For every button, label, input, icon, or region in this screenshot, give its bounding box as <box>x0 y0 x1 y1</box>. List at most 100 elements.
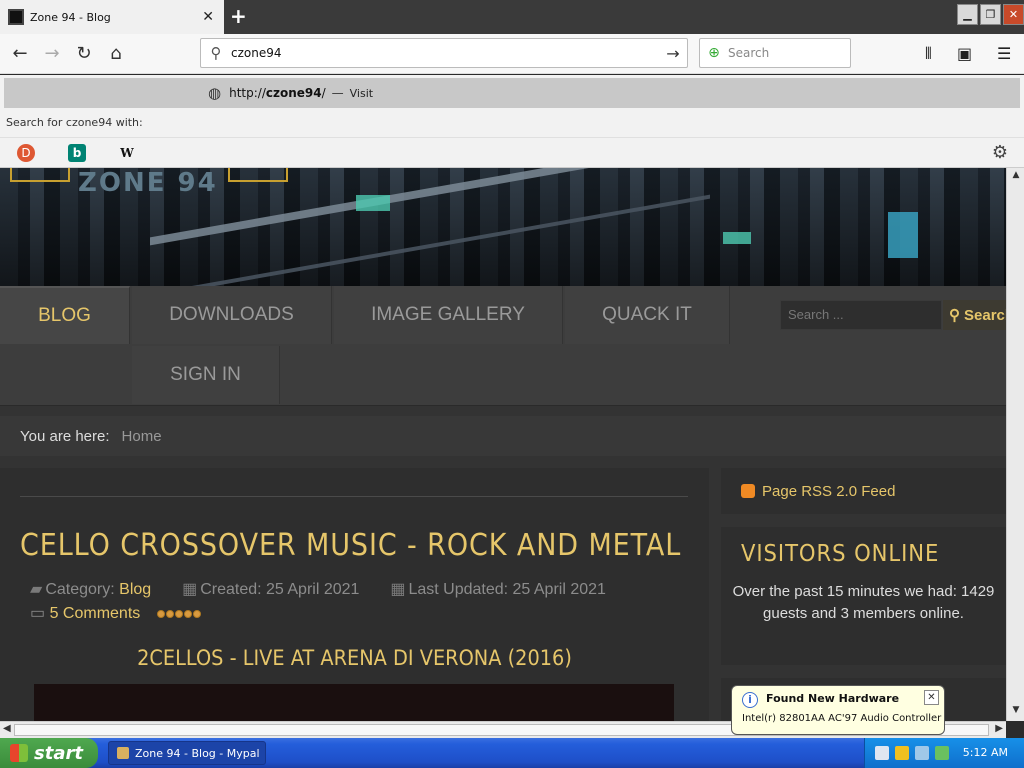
rating-stars[interactable] <box>156 605 202 623</box>
suggestion-separator: — <box>331 86 344 100</box>
banner-sign-3 <box>888 212 918 258</box>
comments-link[interactable]: 5 Comments <box>50 605 141 622</box>
breadcrumb-label: You are here: <box>20 427 110 445</box>
mypal-app-icon <box>117 747 129 759</box>
keyboard-icon[interactable] <box>875 746 889 760</box>
banner-sign-2 <box>723 232 751 244</box>
minimize-button[interactable]: ▁ <box>957 4 978 25</box>
site-search-button[interactable]: ⚲Search <box>943 300 1006 330</box>
rating-star-icon <box>192 609 201 618</box>
security-shield-icon[interactable] <box>895 746 909 760</box>
site-search-button-label: Search <box>964 306 1006 324</box>
rating-star-icon <box>174 609 183 618</box>
scroll-down-arrow-icon[interactable]: ▼ <box>1009 705 1023 719</box>
calendar-edit-icon: ▦ <box>390 581 406 598</box>
address-bar[interactable]: ⚲ czone94 → <box>200 38 688 68</box>
new-tab-button[interactable]: + <box>230 4 247 28</box>
created-date: Created: 25 April 2021 <box>200 581 360 598</box>
rating-star-icon <box>165 609 174 618</box>
info-icon: i <box>742 692 758 708</box>
go-arrow-icon[interactable]: → <box>659 44 687 63</box>
forward-button[interactable]: → <box>40 42 64 66</box>
tab-close-icon[interactable]: ✕ <box>202 9 214 25</box>
suggestion-row-visit[interactable]: ◍ http://czone94/ — Visit <box>4 78 1020 108</box>
taskbar-window-item[interactable]: Zone 94 - Blog - Mypal <box>108 741 266 765</box>
scroll-up-arrow-icon[interactable]: ▲ <box>1009 170 1023 184</box>
address-input[interactable]: czone94 <box>231 46 659 60</box>
web-page: ZONE 94 BLOG DOWNLOADS IMAGE GALLERY QUA… <box>0 168 1006 721</box>
menu-item-quack-it[interactable]: QUACK IT <box>565 286 730 344</box>
restore-button[interactable]: ❐ <box>980 4 1001 25</box>
search-with-label: Search for czone94 with: <box>6 116 143 129</box>
visitors-online-title: VISITORS ONLINE <box>741 541 940 567</box>
site-banner-image: ZONE 94 <box>0 168 1006 298</box>
windows-flag-icon <box>10 744 28 762</box>
search-settings-gear-icon[interactable]: ⚙ <box>992 142 1008 163</box>
menu-hamburger-icon[interactable]: ☰ <box>997 44 1011 63</box>
updated-date: Last Updated: 25 April 2021 <box>408 581 606 598</box>
banner-frame-left <box>10 168 70 182</box>
breadcrumb-home-link[interactable]: Home <box>122 428 162 445</box>
menu-item-image-gallery[interactable]: IMAGE GALLERY <box>334 286 563 344</box>
menu-item-downloads[interactable]: DOWNLOADS <box>132 286 332 344</box>
one-off-search-engines: D b W ⚙ <box>0 137 1024 167</box>
search-box[interactable]: ⊕ Search <box>699 38 851 68</box>
duckduckgo-icon[interactable]: D <box>17 144 35 162</box>
search-icon: ⚲ <box>210 44 222 62</box>
found-new-hardware-balloon[interactable]: i Found New Hardware ✕ Intel(r) 82801AA … <box>731 685 945 735</box>
window-controls: ▁ ❐ ✕ <box>955 4 1024 25</box>
start-label: start <box>34 742 83 764</box>
tab-title: Zone 94 - Blog <box>30 10 111 24</box>
hardware-icon[interactable] <box>935 746 949 760</box>
search-input[interactable]: Search <box>728 46 769 60</box>
suggestion-visit-label: Visit <box>349 86 374 100</box>
balloon-title: Found New Hardware <box>766 692 900 705</box>
rss-feed-module: Page RSS 2.0 Feed <box>721 468 1006 514</box>
category-label: Category: <box>45 581 115 598</box>
article-title[interactable]: CELLO CROSSOVER MUSIC - ROCK AND METAL <box>20 528 681 563</box>
site-favicon-icon <box>8 9 24 25</box>
network-icon[interactable] <box>915 746 929 760</box>
back-button[interactable]: ← <box>8 42 32 66</box>
rating-star-icon <box>183 609 192 618</box>
close-window-button[interactable]: ✕ <box>1003 4 1024 25</box>
url-suggestion-panel: ◍ http://czone94/ — Visit Search for czo… <box>0 75 1024 168</box>
globe-icon: ◍ <box>208 84 222 102</box>
banner-sign-1 <box>356 195 390 211</box>
start-button[interactable]: start <box>0 738 98 768</box>
comment-icon: ▭ <box>30 605 50 622</box>
taskbar-window-title: Zone 94 - Blog - Mypal <box>135 746 260 760</box>
category-link[interactable]: Blog <box>119 581 151 598</box>
search-icon: ⚲ <box>949 307 960 324</box>
menu-item-sign-in[interactable]: SIGN IN <box>132 346 280 404</box>
visitors-online-module: VISITORS ONLINE Over the past 15 minutes… <box>721 527 1006 665</box>
banner-frame-right <box>228 168 288 182</box>
article-meta: ▰ Category: Blog ▦ Created: 25 April 2021 … <box>30 579 606 599</box>
taskbar: start Zone 94 - Blog - Mypal 5:12 AM <box>0 738 1024 768</box>
site-logo[interactable]: ZONE 94 <box>78 168 218 198</box>
tab-strip: Zone 94 - Blog ✕ + ▁ ❐ ✕ <box>0 0 1024 34</box>
rss-feed-link[interactable]: Page RSS 2.0 Feed <box>762 483 895 500</box>
home-button[interactable]: ⌂ <box>104 42 128 66</box>
calendar-icon: ▦ <box>182 581 198 598</box>
embedded-video[interactable] <box>34 684 674 721</box>
sidebar-toggle-icon[interactable]: ▣ <box>957 44 972 63</box>
balloon-close-icon[interactable]: ✕ <box>924 690 939 705</box>
menu-item-blog[interactable]: BLOG <box>0 286 130 344</box>
library-icon[interactable]: ⫴ <box>925 44 932 64</box>
add-search-engine-icon: ⊕ <box>708 45 720 61</box>
scroll-left-arrow-icon[interactable]: ◀ <box>3 723 11 734</box>
article: CELLO CROSSOVER MUSIC - ROCK AND METAL ▰… <box>0 468 709 721</box>
scroll-right-arrow-icon[interactable]: ▶ <box>995 723 1003 734</box>
tab-zone94-blog[interactable]: Zone 94 - Blog ✕ <box>0 0 224 34</box>
wikipedia-icon[interactable]: W <box>118 144 136 162</box>
rating-star-icon <box>156 609 165 618</box>
site-search-input[interactable]: Search ... <box>780 300 942 330</box>
bing-icon[interactable]: b <box>68 144 86 162</box>
navigation-toolbar: ← → ↻ ⌂ ⚲ czone94 → ⊕ Search ⫴ ▣ ☰ <box>0 34 1024 74</box>
system-clock[interactable]: 5:12 AM <box>963 746 1008 759</box>
reload-button[interactable]: ↻ <box>72 42 96 66</box>
breadcrumb: You are here: Home <box>0 416 1006 456</box>
banner-bridge-shape <box>150 168 710 298</box>
vertical-scrollbar[interactable]: ▲ ▼ <box>1006 168 1024 721</box>
